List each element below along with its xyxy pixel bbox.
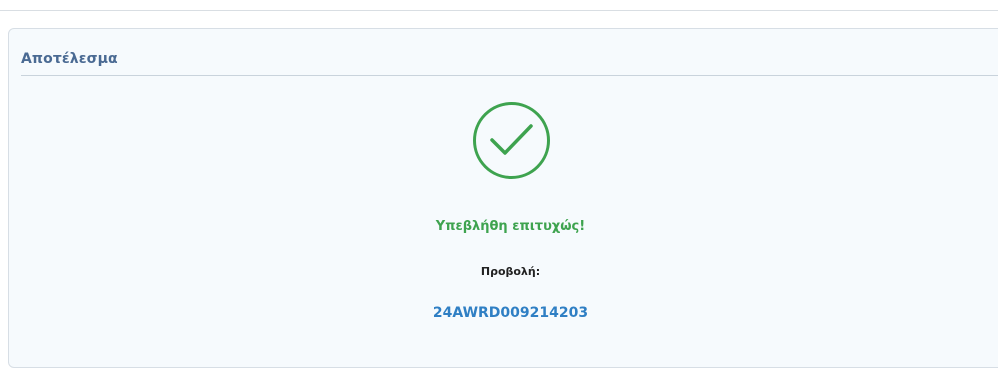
view-label: Προβολή: <box>480 265 541 278</box>
check-circle-icon <box>473 102 550 179</box>
result-content: Υπεβλήθη επιτυχώς! Προβολή: 24AWRD009214… <box>0 0 998 356</box>
protocol-number-link[interactable]: 24AWRD009214203 <box>0 305 998 321</box>
success-message: Υπεβλήθη επιτυχώς! <box>435 219 586 234</box>
